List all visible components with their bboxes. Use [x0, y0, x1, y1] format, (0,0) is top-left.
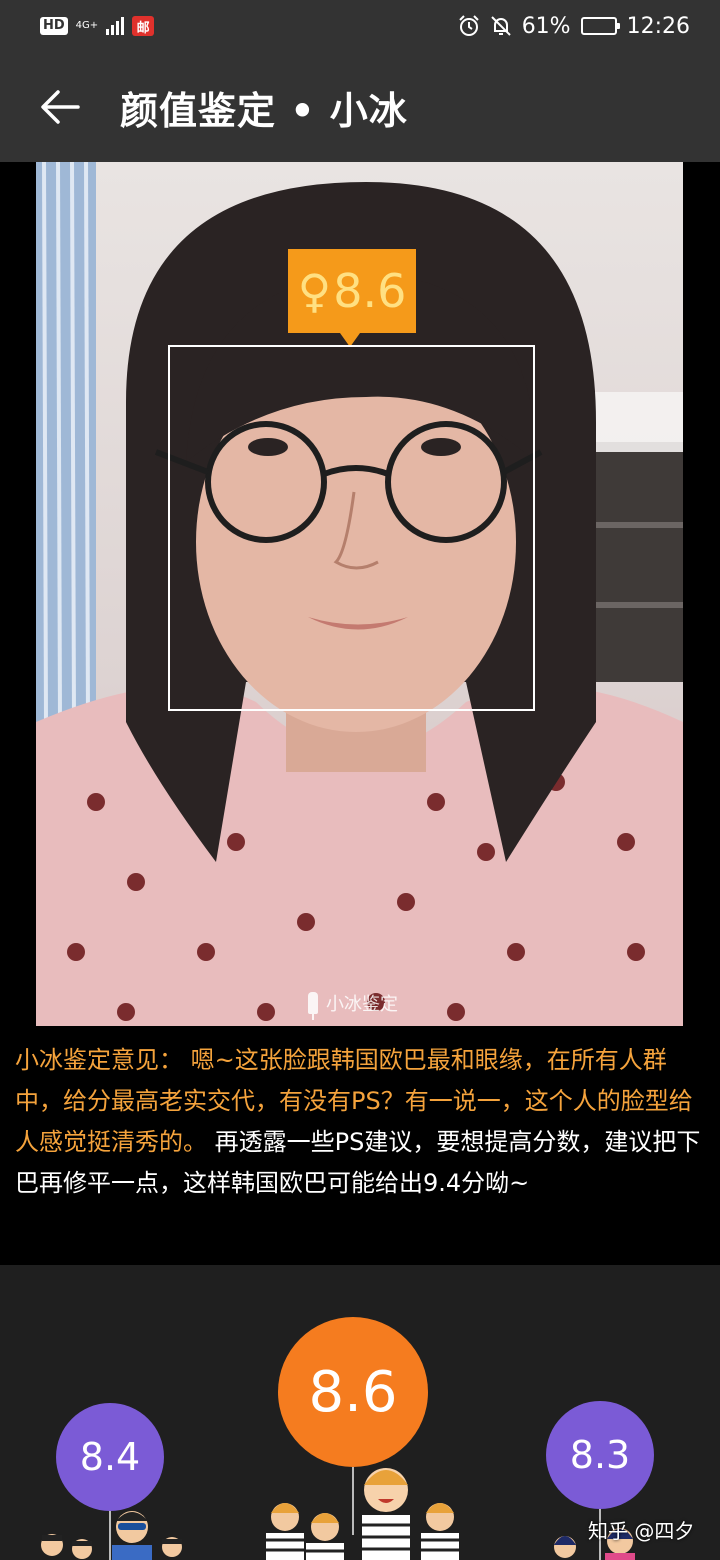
battery-percent: 61%: [521, 13, 571, 39]
score-panel: 8.4 8.6 8.3 知乎 @四夕: [0, 1265, 720, 1560]
popsicle-icon: [308, 992, 318, 1020]
result-photo[interactable]: ♀ 8.6 小冰鉴定: [36, 162, 683, 1026]
alarm-icon: [458, 15, 479, 36]
signal-icon: [106, 17, 125, 35]
clock: 12:26: [626, 13, 690, 39]
mail-app-icon: 邮: [132, 16, 155, 36]
app-bar: 颜值鉴定 • 小冰: [0, 52, 720, 162]
hd-icon: HD: [40, 17, 68, 35]
back-arrow-icon: [41, 90, 80, 124]
score-tag: ♀ 8.6: [288, 249, 416, 347]
female-icon: ♀: [297, 264, 332, 318]
status-left: HD 4G+ 邮: [40, 16, 155, 36]
zhihu-credit: 知乎 @四夕: [588, 1519, 695, 1543]
score-bubble-right: 8.3: [546, 1401, 654, 1509]
verdict-text: 小冰鉴定意见： 嗯~这张脸跟韩国欧巴最和眼缘，在所有人群中，给分最高老实交代，有…: [15, 1040, 710, 1204]
page-title: 颜值鉴定 • 小冰: [120, 88, 408, 133]
status-right: 61% 12:26: [458, 14, 690, 39]
watermark: 小冰鉴定: [308, 990, 398, 1020]
watermark-text: 小冰鉴定: [326, 994, 398, 1015]
status-bar: HD 4G+ 邮 61% 12:26: [0, 0, 720, 52]
score-bubble-center: 8.6: [278, 1317, 428, 1467]
mute-bell-icon: [490, 16, 511, 36]
face-detection-box: [168, 345, 535, 711]
score-tag-value: 8.6: [333, 264, 407, 318]
back-button[interactable]: [0, 52, 120, 162]
network-type-label: 4G+: [75, 20, 99, 31]
score-bubble-left: 8.4: [56, 1403, 164, 1511]
battery-icon: [580, 17, 620, 35]
